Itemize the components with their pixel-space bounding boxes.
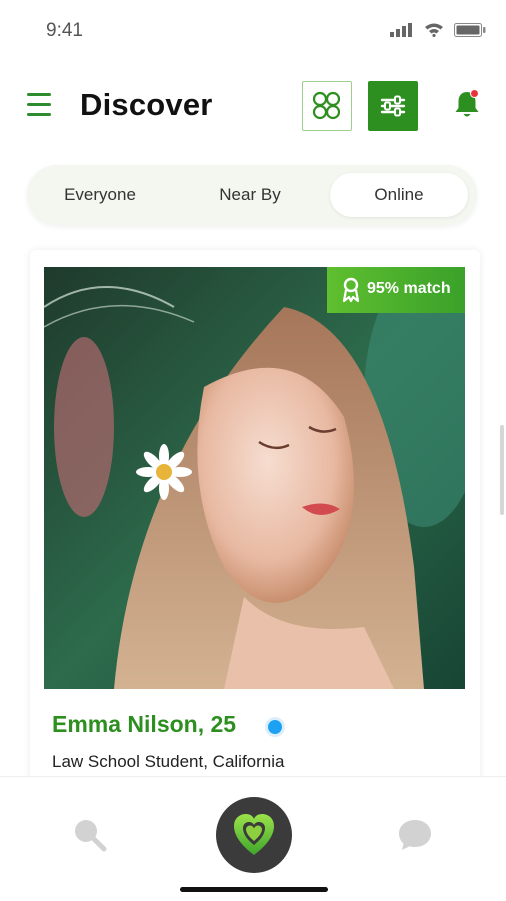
profile-name: Emma Nilson, 25 bbox=[52, 711, 237, 737]
scrollbar[interactable] bbox=[500, 425, 504, 515]
tab-everyone[interactable]: Everyone bbox=[37, 173, 163, 217]
status-bar: 9:41 bbox=[0, 0, 506, 60]
filter-tabs: Everyone Near By Online bbox=[27, 165, 477, 225]
home-indicator bbox=[180, 887, 328, 892]
nav-chat-button[interactable] bbox=[396, 817, 434, 853]
profile-card[interactable]: 95% match Emma Nilson, 25 Law School Stu… bbox=[30, 250, 480, 790]
nav-discover-button[interactable] bbox=[216, 797, 292, 873]
match-badge[interactable]: 95% match bbox=[327, 267, 465, 313]
bottom-navigation bbox=[0, 776, 506, 901]
wifi-icon bbox=[425, 23, 443, 37]
online-status-dot bbox=[265, 717, 285, 737]
heart-icon bbox=[234, 814, 274, 855]
battery-icon bbox=[454, 22, 486, 37]
nav-search-button[interactable] bbox=[72, 817, 108, 853]
grid-icon bbox=[312, 91, 341, 120]
ribbon-icon bbox=[342, 277, 360, 303]
signal-icon bbox=[390, 22, 412, 37]
app-header: Discover bbox=[0, 78, 506, 138]
notifications-button[interactable] bbox=[452, 88, 482, 122]
grid-view-button[interactable] bbox=[302, 81, 352, 131]
status-icons bbox=[390, 22, 486, 37]
tab-near-by[interactable]: Near By bbox=[187, 173, 313, 217]
profile-photo[interactable]: 95% match bbox=[44, 267, 465, 689]
search-icon bbox=[75, 820, 107, 852]
menu-icon[interactable] bbox=[27, 93, 53, 117]
bell-icon bbox=[455, 89, 479, 117]
filter-button[interactable] bbox=[368, 81, 418, 131]
match-label: 95% match bbox=[367, 280, 451, 297]
profile-subtitle: Law School Student, California bbox=[52, 752, 285, 771]
page-title: Discover bbox=[80, 87, 213, 122]
sliders-icon bbox=[380, 95, 406, 117]
chat-icon bbox=[399, 820, 431, 850]
status-time: 9:41 bbox=[46, 20, 83, 41]
tab-online[interactable]: Online bbox=[330, 173, 468, 217]
profile-photo-image bbox=[44, 267, 465, 689]
